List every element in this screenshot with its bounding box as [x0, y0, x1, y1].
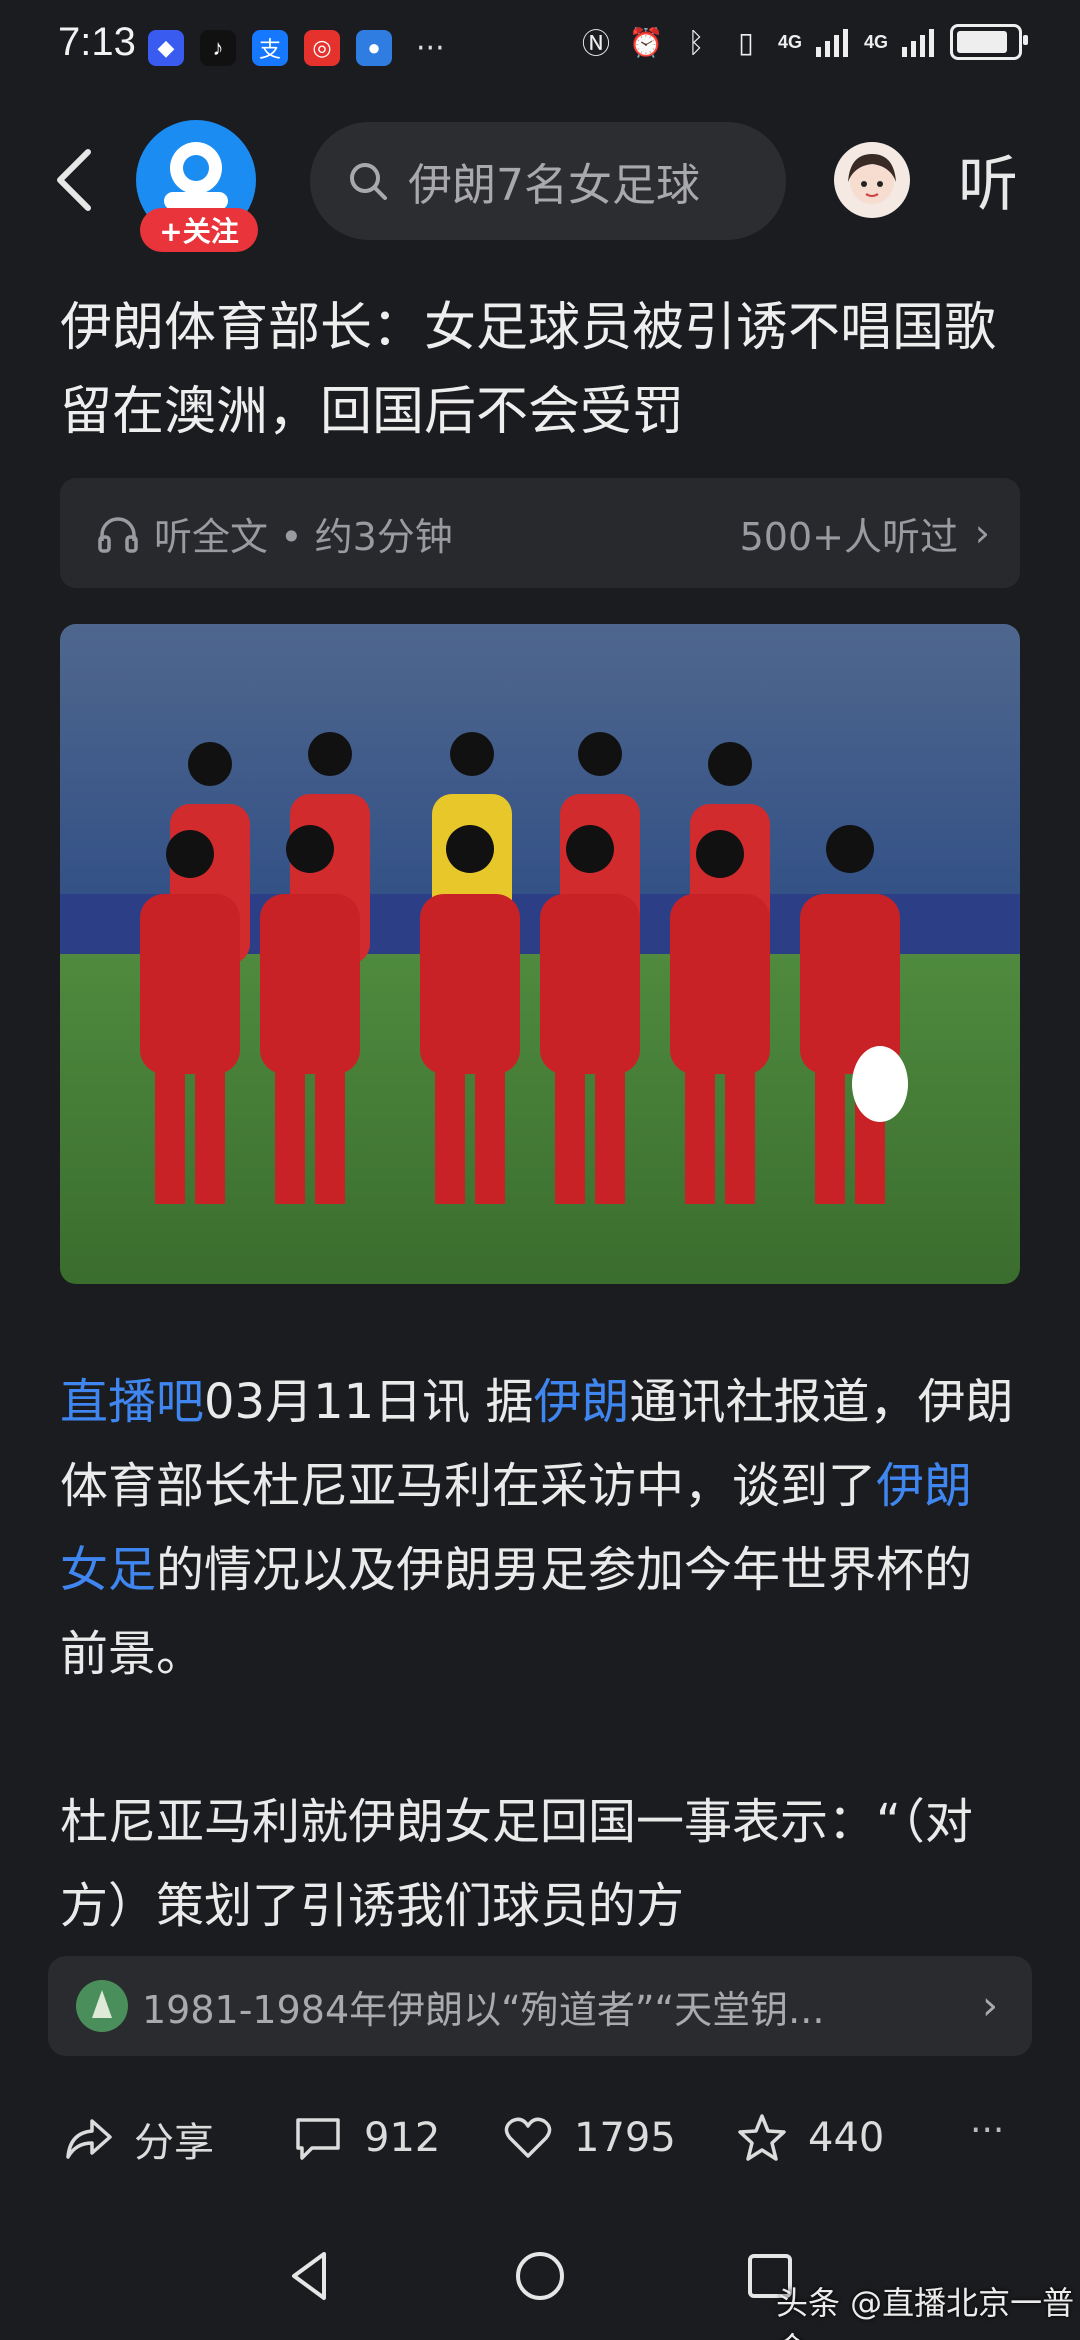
- alipay-icon: 支: [252, 30, 288, 66]
- alarm-icon: ⏰: [628, 25, 664, 59]
- share-icon: [66, 2119, 112, 2159]
- screen: 7:13 ◆ ♪ 支 ◎ ● ··· Ⓝ ⏰ ᛒ ▯ 4G 4G +关注 伊朗7…: [0, 0, 1080, 2340]
- related-article-icon: [76, 1980, 128, 2032]
- chevron-right-icon: ›: [982, 1983, 998, 2029]
- app-blue-icon: ●: [356, 30, 392, 66]
- listen-label: 听全文 • 约3分钟: [154, 514, 453, 559]
- watermark: 头条 @直播北京一普金: [776, 2284, 1075, 2340]
- status-right: Ⓝ ⏰ ᛒ ▯ 4G 4G: [578, 24, 1028, 60]
- status-time: 7:13: [58, 20, 136, 64]
- listen-full-article-card[interactable]: 听全文 • 约3分钟 500+人听过 ›: [60, 478, 1020, 588]
- like-count: 1795: [574, 2115, 676, 2161]
- article-photo[interactable]: [60, 624, 1020, 1284]
- para1-text3: 的情况以及伊朗男足参加今年世界杯的前景。: [60, 1542, 973, 1682]
- related-article-banner[interactable]: 1981-1984年伊朗以“殉道者”“天堂钥... ›: [48, 1956, 1032, 2056]
- like-button[interactable]: 1795: [500, 2110, 676, 2166]
- article-title: 伊朗体育部长：女足球员被引诱不唱国歌留在澳洲，回国后不会受罚: [60, 298, 997, 442]
- favorite-count: 440: [808, 2115, 885, 2161]
- notification-app-icons: ◆ ♪ 支 ◎ ● ···: [148, 30, 445, 66]
- follow-button[interactable]: +关注: [140, 208, 258, 252]
- link-iran[interactable]: 伊朗: [533, 1374, 629, 1430]
- vibrate-icon: ▯: [738, 25, 754, 59]
- team-photo-image: [60, 624, 1020, 1284]
- comment-icon: [296, 2118, 340, 2160]
- status-overflow: ···: [416, 30, 445, 66]
- listen-count: 500+人听过: [739, 514, 958, 559]
- tiktok-icon: ♪: [200, 30, 236, 66]
- app-red-icon: ◎: [304, 30, 340, 66]
- app-a-icon: ◆: [148, 30, 184, 66]
- paragraph-1: 直播吧03月11日讯 据伊朗通讯社报道，伊朗体育部长杜尼亚马利在采访中，谈到了伊…: [60, 1360, 1020, 1696]
- comment-count: 912: [364, 2115, 441, 2161]
- action-bar: 分享 912 1795 440 ···: [0, 2090, 1080, 2190]
- network-4g-1: 4G: [777, 31, 802, 52]
- status-bar: 7:13 ◆ ♪ 支 ◎ ● ··· Ⓝ ⏰ ᛒ ▯ 4G 4G: [0, 0, 1080, 100]
- bluetooth-icon: ᛒ: [687, 25, 705, 59]
- search-bar[interactable]: 伊朗7名女足球: [310, 122, 786, 240]
- signal-icon: [815, 29, 848, 57]
- star-icon: [738, 2114, 786, 2161]
- link-zhiboba[interactable]: 直播吧: [60, 1374, 204, 1430]
- listen-button[interactable]: 听: [958, 136, 1018, 223]
- user-avatar[interactable]: [834, 142, 910, 218]
- nfc-icon: Ⓝ: [581, 27, 610, 60]
- user-avatar-image: [848, 154, 896, 204]
- chevron-right-icon: ›: [974, 511, 990, 555]
- comment-button[interactable]: 912: [290, 2110, 440, 2166]
- share-label: 分享: [134, 2120, 214, 2166]
- related-article-text: 1981-1984年伊朗以“殉道者”“天堂钥...: [142, 1987, 825, 2032]
- share-button[interactable]: 分享: [60, 2110, 214, 2168]
- favorite-button[interactable]: 440: [734, 2110, 884, 2166]
- nav-back-icon[interactable]: [280, 2246, 340, 2306]
- top-bar: +关注 伊朗7名女足球 听: [0, 100, 1080, 260]
- signal-icon-2: [902, 29, 934, 57]
- paragraph-2: 杜尼亚马利就伊朗女足回国一事表示：“（对方）策划了引诱我们球员的方: [60, 1794, 973, 1934]
- article-body: 直播吧03月11日讯 据伊朗通讯社报道，伊朗体育部长杜尼亚马利在采访中，谈到了伊…: [60, 1360, 1020, 2032]
- battery-icon: [950, 24, 1028, 60]
- back-icon[interactable]: [46, 140, 106, 220]
- headphones-icon: [98, 517, 138, 553]
- para1-text1: 03月11日讯 据: [204, 1374, 534, 1430]
- nav-home-icon[interactable]: [510, 2246, 570, 2306]
- heart-icon: [504, 2117, 552, 2158]
- search-placeholder: 伊朗7名女足球: [408, 160, 700, 211]
- more-options-icon[interactable]: ···: [970, 2110, 1004, 2151]
- network-4g-2: 4G: [863, 31, 888, 52]
- search-icon: [350, 163, 387, 200]
- author-avatar[interactable]: +关注: [136, 120, 262, 252]
